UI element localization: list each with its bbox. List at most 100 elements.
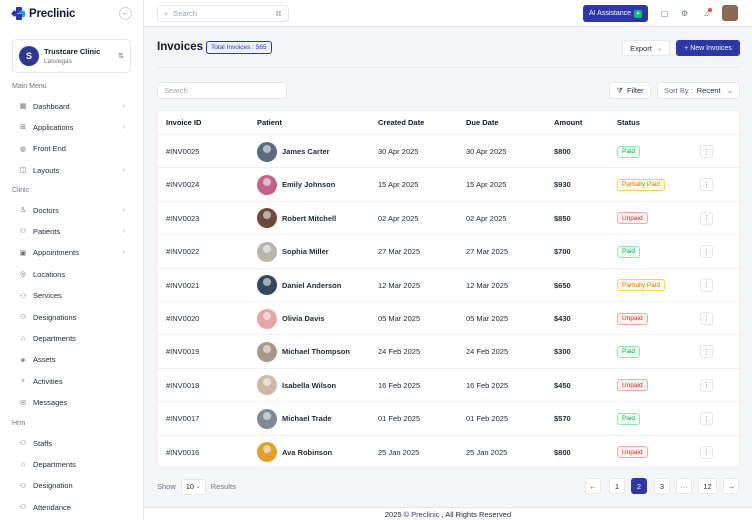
sidebar-item-doctors[interactable]: ♙ Doctors › — [12, 202, 131, 218]
more-options-icon[interactable]: ⋮ — [700, 278, 713, 292]
sidebar-item-appointments[interactable]: ▣ Appointments › — [12, 245, 131, 261]
table-row[interactable]: #INV0018 Isabella Wilson 16 Feb 2025 16 Feb… — [158, 367, 741, 402]
sidebar-item-label: Activities — [33, 376, 63, 386]
sidebar-item-layouts[interactable]: ◫ Layouts › — [12, 162, 131, 178]
global-search-input[interactable]: ⌕ Search ⌘ — [157, 5, 289, 22]
patient-name[interactable]: Michael Trade — [282, 414, 332, 423]
sidebar-item-designation[interactable]: ⚇ Designation — [12, 478, 131, 494]
column-header-due-date[interactable]: Due Date — [466, 111, 499, 134]
ai-assistance-button[interactable]: AI Assistance ✦ — [583, 5, 648, 22]
patient-name[interactable]: Emily Johnson — [282, 180, 335, 189]
more-options-icon[interactable]: ⋮ — [700, 312, 713, 325]
pagination-prev-button[interactable]: ← — [585, 478, 601, 494]
sidebar-item-attendance[interactable]: ⚇ Attendance — [12, 499, 131, 515]
invoice-id[interactable]: #INV0024 — [166, 168, 199, 201]
patient-name[interactable]: Ava Robinson — [282, 448, 332, 457]
table-row[interactable]: #INV0025 James Carter 30 Apr 2025 30 Apr 20… — [158, 134, 741, 167]
column-header-patient[interactable]: Patient — [257, 111, 282, 134]
sidebar-item-assets[interactable]: ◈ Assets — [12, 352, 131, 368]
sidebar-item-messages[interactable]: ✉ Messages — [12, 395, 131, 411]
patient-name[interactable]: Daniel Anderson — [282, 281, 341, 290]
sidebar-item-applications[interactable]: ⊞ Applications › — [12, 119, 131, 135]
collapse-sidebar-button[interactable]: ← — [119, 7, 132, 20]
patient-cell: Michael Trade — [257, 402, 332, 435]
settings-icon[interactable]: ⚙ — [679, 8, 690, 19]
sidebar-item-designations[interactable]: ⚇ Designations — [12, 309, 131, 325]
more-options-icon[interactable]: ⋮ — [700, 211, 713, 225]
pagination-page-3[interactable]: 3 — [654, 478, 670, 494]
patient-name[interactable]: Sophia Miller — [282, 247, 329, 256]
actions-cell: ⋮ — [700, 168, 713, 201]
invoice-id[interactable]: #INV0025 — [166, 135, 199, 168]
status-badge: Partially Paid — [617, 279, 665, 292]
clinic-location: Lasvegas — [44, 58, 72, 65]
chevron-down-icon: ⌄ — [656, 45, 662, 52]
sidebar-item-dashboard[interactable]: ▦ Dashboard › — [12, 98, 131, 114]
patient-name[interactable]: Isabella Wilson — [282, 381, 336, 390]
sidebar-item-label: Layouts — [33, 165, 60, 175]
invoice-id[interactable]: #INV0022 — [166, 235, 199, 268]
table-row[interactable]: #INV0023 Robert Mitchell 02 Apr 2025 02 Apr… — [158, 200, 741, 235]
invoice-id[interactable]: #INV0016 — [166, 436, 199, 469]
column-header-status[interactable]: Status — [617, 111, 640, 134]
more-options-icon[interactable]: ⋮ — [700, 345, 713, 359]
sidebar-item-front-end[interactable]: ◍ Front End — [12, 141, 131, 157]
more-options-icon[interactable]: ⋮ — [700, 378, 713, 392]
footer-brand-link[interactable]: Preclinic — [411, 510, 439, 519]
column-header-amount[interactable]: Amount — [554, 111, 582, 134]
sidebar-item-patients[interactable]: ⚇ Patients › — [12, 223, 131, 239]
invoice-id[interactable]: #INV0018 — [166, 369, 199, 402]
user-avatar[interactable] — [722, 5, 738, 21]
more-options-icon[interactable]: ⋮ — [700, 445, 713, 459]
invoice-id[interactable]: #INV0019 — [166, 335, 199, 368]
pagination-page-12[interactable]: 12 — [698, 478, 717, 494]
invoice-search-input[interactable]: Search — [157, 82, 287, 99]
table-row[interactable]: #INV0020 Olivia Davis 05 Mar 2025 05 Mar 20… — [158, 301, 741, 334]
invoice-id[interactable]: #INV0017 — [166, 402, 199, 435]
chevron-right-icon: › — [122, 102, 125, 110]
fullscreen-icon[interactable]: ▢ — [659, 8, 670, 19]
export-button[interactable]: Export ⌄ — [622, 40, 670, 56]
invoice-id[interactable]: #INV0021 — [166, 269, 199, 302]
divider — [157, 67, 740, 68]
avatar — [257, 241, 277, 262]
more-options-icon[interactable]: ⋮ — [700, 178, 713, 192]
patient-name[interactable]: Robert Mitchell — [282, 214, 336, 223]
column-header-invoice-id[interactable]: Invoice ID — [166, 111, 201, 134]
amount: $650 — [554, 280, 571, 290]
pagination-next-button[interactable]: → — [723, 478, 739, 494]
invoice-id[interactable]: #INV0023 — [166, 202, 199, 235]
filter-button[interactable]: ⧩ Filter — [609, 82, 651, 99]
new-invoice-button[interactable]: + New Invoices — [676, 40, 740, 56]
patient-name[interactable]: Michael Thompson — [282, 347, 350, 356]
sidebar-item-departments[interactable]: ⌂ Departments — [12, 330, 131, 346]
clinic-switcher[interactable]: S Trustcare Clinic Lasvegas ⇅ — [12, 39, 131, 73]
patient-name[interactable]: Olivia Davis — [282, 314, 325, 323]
sidebar-item-departments[interactable]: ⌂ Departments — [12, 456, 131, 472]
sidebar-item-locations[interactable]: ◎ Locations — [12, 266, 131, 282]
sidebar-item-activities[interactable]: ⚡ Activities — [12, 373, 131, 389]
more-options-icon[interactable]: ⋮ — [700, 412, 713, 426]
patient-name[interactable]: James Carter — [282, 147, 330, 156]
sidebar-item-staffs[interactable]: ⚇ Staffs — [12, 435, 131, 451]
chevron-right-icon: › — [122, 227, 125, 235]
table-row[interactable]: #INV0021 Daniel Anderson 12 Mar 2025 12 Mar… — [158, 267, 741, 302]
table-row[interactable]: #INV0017 Michael Trade 01 Feb 2025 01 Feb 2… — [158, 401, 741, 434]
pagination-page-ellipsis[interactable]: ··· — [676, 478, 692, 494]
sidebar-item-services[interactable]: ⚇ Services — [12, 288, 131, 304]
amount: $850 — [554, 213, 571, 223]
page-size-select[interactable]: 10 ⌄ — [180, 478, 206, 495]
invoice-id[interactable]: #INV0020 — [166, 302, 199, 335]
more-options-icon[interactable]: ⋮ — [700, 245, 713, 259]
table-row[interactable]: #INV0022 Sophia Miller 27 Mar 2025 27 Mar 2… — [158, 234, 741, 267]
sparkle-icon: ✦ — [634, 9, 643, 18]
pagination-page-2[interactable]: 2 — [631, 478, 647, 494]
table-row[interactable]: #INV0016 Ava Robinson 25 Jan 2025 25 Jan 20… — [158, 434, 741, 469]
table-row[interactable]: #INV0024 Emily Johnson 15 Apr 2025 15 Apr 2… — [158, 167, 741, 200]
column-header-created-date[interactable]: Created Date — [378, 111, 424, 134]
more-options-icon[interactable]: ⋮ — [700, 145, 713, 158]
sort-dropdown[interactable]: Sort By : Recent ⌄ — [657, 82, 740, 99]
avatar — [257, 275, 277, 296]
pagination-page-1[interactable]: 1 — [609, 478, 625, 494]
table-row[interactable]: #INV0019 Michael Thompson 24 Feb 2025 24 Fe… — [158, 334, 741, 367]
